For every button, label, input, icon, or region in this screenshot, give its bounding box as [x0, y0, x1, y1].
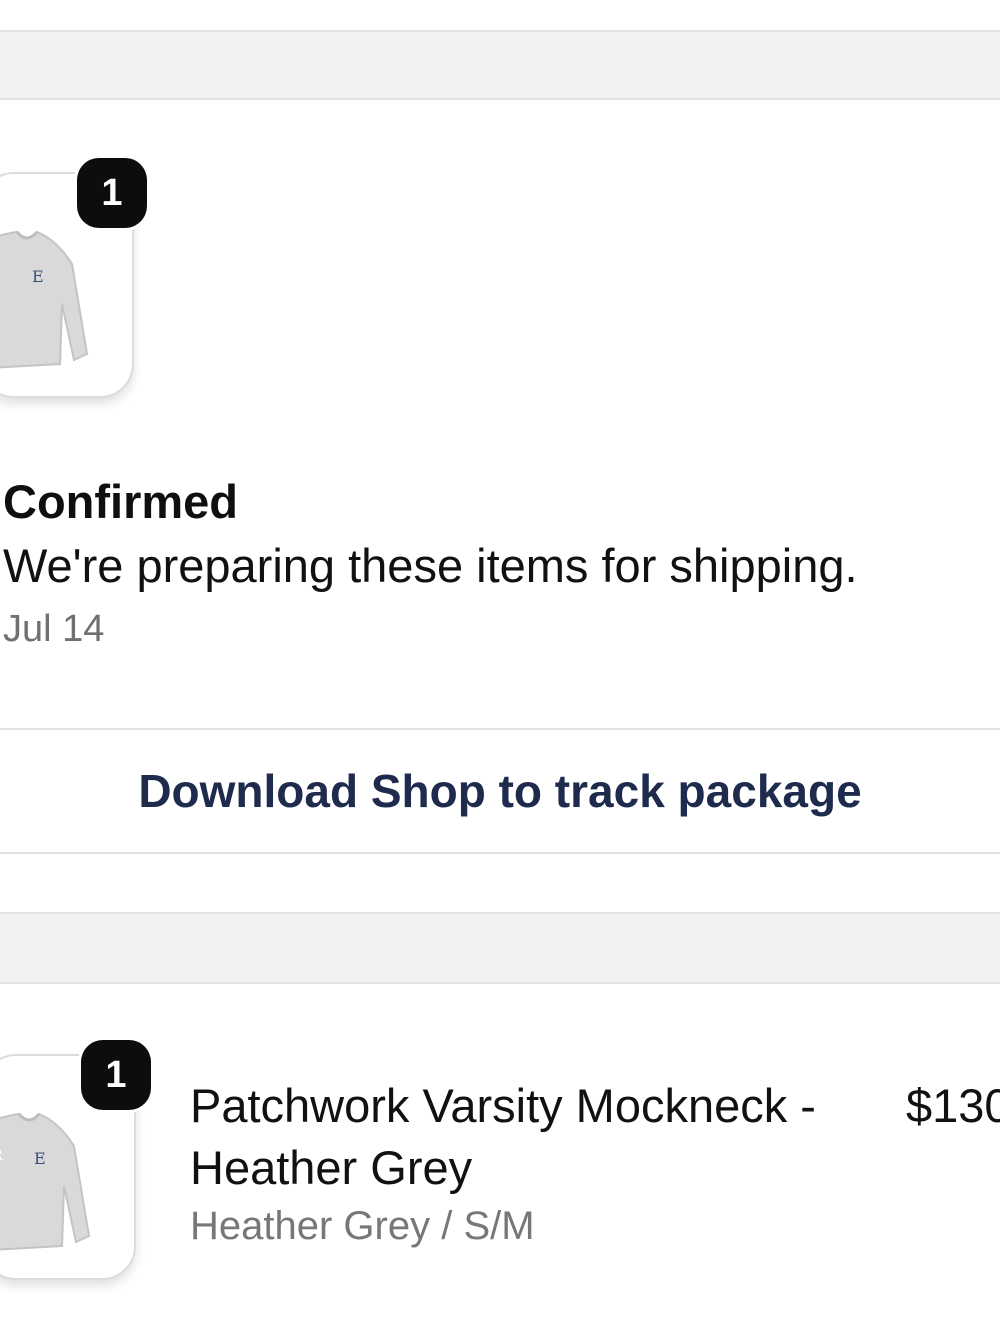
section-separator	[0, 32, 1000, 100]
spacer	[0, 854, 1000, 912]
sweater-icon: E AR	[0, 1112, 91, 1251]
line-item-quantity-badge: 1	[81, 1040, 151, 1110]
fulfillment-card	[0, 100, 1000, 728]
download-shop-track-button[interactable]: Download Shop to track package	[0, 730, 1000, 852]
sweater-icon: E AR	[0, 230, 89, 369]
top-strip	[0, 0, 1000, 32]
line-item-name[interactable]: Patchwork Varsity Mockneck - Heather Gre…	[190, 1075, 870, 1199]
svg-text:E: E	[32, 267, 44, 286]
quantity-badge: 1	[77, 158, 147, 228]
order-status-page: E AR 1 Confirmed We're preparing these i…	[0, 0, 1000, 1333]
fulfillment-status-title: Confirmed	[3, 475, 238, 528]
line-item-variant: Heather Grey / S/M	[190, 1204, 535, 1248]
fulfillment-status-date: Jul 14	[3, 608, 105, 650]
section-separator	[0, 912, 1000, 984]
line-item-price: $130	[906, 1079, 1000, 1132]
svg-text:E: E	[34, 1149, 46, 1168]
fulfillment-status-description: We're preparing these items for shipping…	[3, 539, 858, 592]
svg-text:AR: AR	[0, 1148, 3, 1164]
